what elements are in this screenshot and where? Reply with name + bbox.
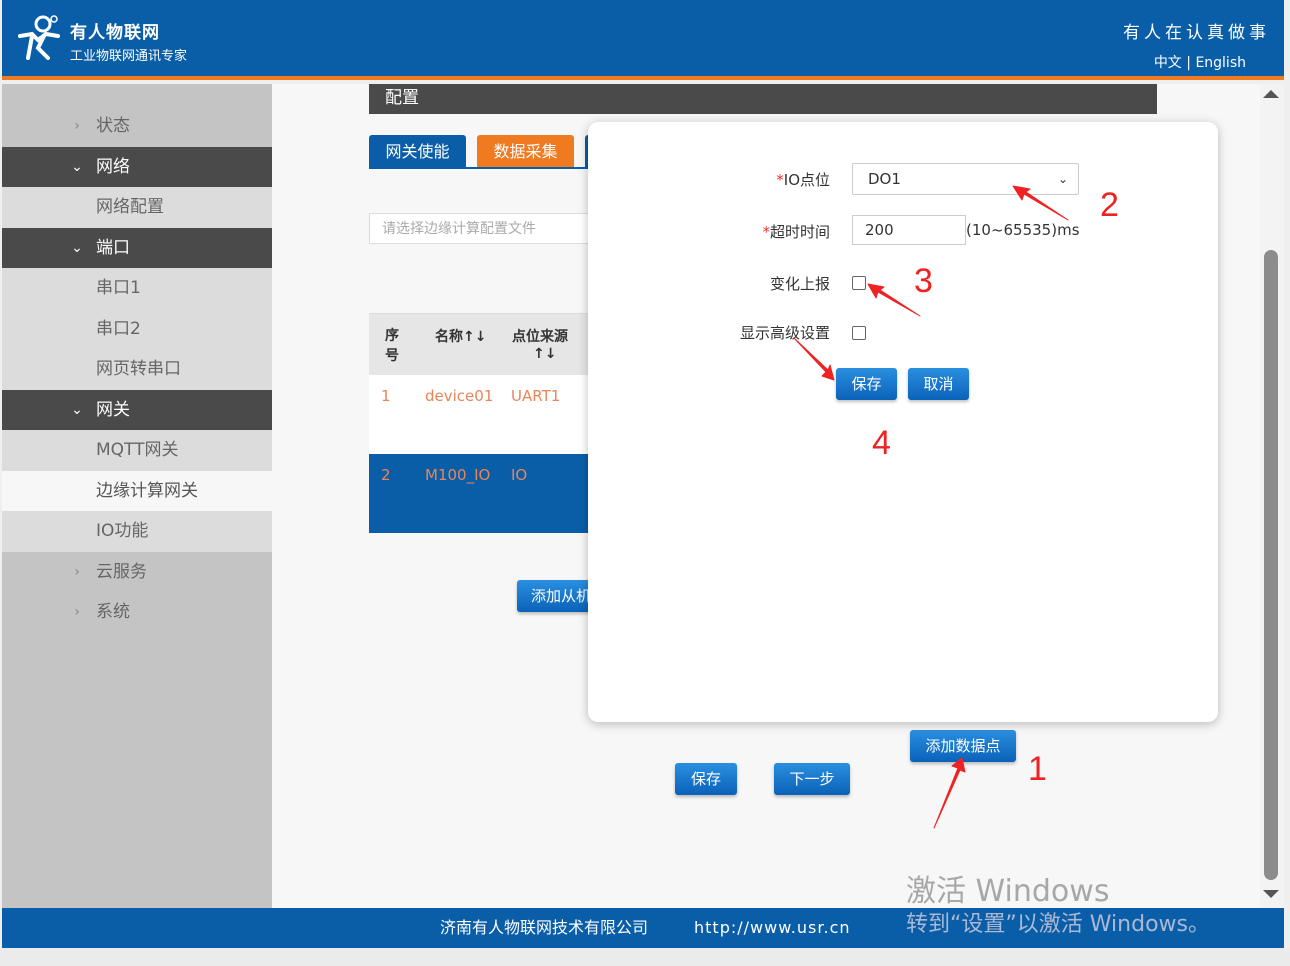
brand-name: 有人物联网: [70, 23, 160, 43]
sidebar-item-serial2[interactable]: 串口2: [2, 308, 272, 349]
advanced-settings-checkbox[interactable]: [852, 326, 866, 340]
sidebar-item-label: IO功能: [96, 521, 149, 541]
section-title: 配置: [369, 84, 1157, 114]
footer-company: 济南有人物联网技术有限公司: [440, 918, 649, 937]
timeout-hint: (10~65535)ms: [966, 221, 1080, 239]
sidebar-item-label: 串口1: [96, 278, 141, 298]
sidebar-item-label: 网关: [96, 399, 130, 420]
usr-logo-icon: [18, 15, 60, 60]
sidebar-item-label: 网页转串口: [96, 359, 181, 379]
sidebar-item-port[interactable]: ⌄ 端口: [2, 227, 272, 268]
annotation-number-2: 2: [1100, 186, 1119, 224]
tab-data-collection[interactable]: 数据采集: [477, 135, 574, 168]
annotation-number-4: 4: [872, 424, 891, 462]
save-button[interactable]: 保存: [675, 763, 737, 795]
chevron-right-icon: ›: [74, 118, 80, 134]
annotation-number-1: 1: [1028, 750, 1047, 788]
sidebar-item-serial1[interactable]: 串口1: [2, 268, 272, 309]
lang-separator: |: [1186, 55, 1191, 71]
chevron-down-icon: ⌄: [1057, 172, 1068, 186]
col-source-sort-icon[interactable]: ↑↓: [533, 346, 556, 362]
row-index: 2: [381, 466, 391, 484]
sidebar-item-network[interactable]: ⌄ 网络: [2, 146, 272, 187]
lang-english-link[interactable]: English: [1195, 55, 1246, 71]
sidebar-item-gateway[interactable]: ⌄ 网关: [2, 389, 272, 430]
sidebar-item-label: 网络: [96, 156, 130, 177]
col-source-header[interactable]: 点位来源: [512, 326, 568, 346]
table-row[interactable]: 2 M100_IO IO: [369, 454, 589, 533]
row-name: device01: [425, 387, 494, 405]
sidebar-item-label: 网络配置: [96, 197, 164, 217]
sidebar-item-status[interactable]: › 状态: [2, 106, 272, 147]
sidebar-item-network-config[interactable]: 网络配置: [2, 187, 272, 228]
top-header: 有人物联网 工业物联网通讯专家 有人在认真做事 中文 | English: [2, 0, 1284, 80]
chevron-right-icon: ›: [74, 604, 80, 620]
tab-gateway-enable[interactable]: 网关使能: [369, 135, 466, 168]
sidebar: › 状态 ⌄ 网络 网络配置 ⌄ 端口 串口1 串口2 网页转串口 ⌄ 网关 MQTT网…: [2, 84, 272, 908]
brand-subtitle: 工业物联网通讯专家: [70, 49, 188, 64]
table-header: 序号 名称↑↓ 点位来源 ↑↓: [369, 313, 589, 375]
lang-chinese-link[interactable]: 中文: [1154, 55, 1182, 71]
sidebar-item-label: 边缘计算网关: [96, 480, 198, 501]
sidebar-item-web-to-serial[interactable]: 网页转串口: [2, 349, 272, 390]
edge-config-file-select[interactable]: 请选择边缘计算配置文件: [369, 213, 589, 244]
change-report-checkbox[interactable]: [852, 276, 866, 290]
sidebar-item-system[interactable]: › 系统: [2, 592, 272, 633]
change-report-label: 变化上报: [769, 275, 830, 293]
add-datapoint-dialog: *IO点位 DO1 ⌄ *超时时间 200 (10~65535)ms 变化上报 …: [588, 122, 1218, 722]
required-mark: *: [762, 223, 770, 241]
slogan: 有人在认真做事: [1123, 23, 1270, 43]
scroll-thumb[interactable]: [1264, 250, 1278, 880]
language-switch: 中文 | English: [1154, 52, 1246, 72]
timeout-label: *超时时间: [670, 221, 830, 242]
row-index: 1: [381, 387, 391, 405]
scroll-up-arrow-icon[interactable]: [1263, 90, 1279, 98]
windows-activation-watermark: 激活 Windows: [906, 874, 1110, 909]
sidebar-item-io-function[interactable]: IO功能: [2, 511, 272, 552]
sidebar-item-label: 串口2: [96, 318, 141, 339]
sidebar-item-cloud-service[interactable]: › 云服务: [2, 551, 272, 592]
annotation-number-3: 3: [914, 262, 933, 300]
io-point-label: *IO点位: [670, 169, 830, 190]
sidebar-item-label: 端口: [96, 237, 130, 258]
io-point-select[interactable]: DO1 ⌄: [852, 163, 1079, 195]
footer-url-link[interactable]: http://www.usr.cn: [694, 908, 851, 948]
datapoint-table: 序号 名称↑↓ 点位来源 ↑↓ 1 device01 UART1 2 M100_…: [369, 313, 589, 533]
chevron-down-icon: ⌄: [71, 158, 83, 175]
windows-activation-hint: 转到“设置”以激活 Windows。: [906, 912, 1210, 937]
col-name-header[interactable]: 名称↑↓: [435, 326, 486, 346]
timeout-label-text: 超时时间: [769, 223, 830, 241]
required-mark: *: [776, 171, 784, 189]
io-point-value: DO1: [868, 170, 901, 188]
sidebar-item-label: MQTT网关: [96, 440, 179, 460]
sidebar-item-label: 状态: [96, 116, 130, 136]
tab-underline: [369, 167, 589, 169]
sidebar-item-label: 系统: [96, 602, 130, 622]
add-datapoint-button[interactable]: 添加数据点: [910, 730, 1016, 762]
bottom-strip: [0, 948, 1290, 966]
dialog-save-button[interactable]: 保存: [836, 368, 897, 400]
sidebar-item-mqtt-gateway[interactable]: MQTT网关: [2, 430, 272, 471]
page-scrollbar[interactable]: [1260, 84, 1284, 908]
io-point-label-text: IO点位: [783, 171, 830, 189]
sidebar-item-edge-gateway[interactable]: 边缘计算网关: [2, 470, 272, 511]
timeout-input[interactable]: 200: [852, 215, 966, 245]
chevron-down-icon: ⌄: [71, 401, 83, 418]
advanced-settings-label: 显示高级设置: [739, 324, 830, 342]
row-source: IO: [511, 466, 528, 484]
chevron-down-icon: ⌄: [71, 239, 83, 256]
col-index-header: 序号: [385, 328, 399, 364]
scroll-down-arrow-icon[interactable]: [1263, 890, 1279, 898]
row-name: M100_IO: [425, 466, 491, 484]
row-source: UART1: [511, 387, 561, 405]
sidebar-item-label: 云服务: [96, 561, 147, 582]
dialog-cancel-button[interactable]: 取消: [908, 368, 969, 400]
next-step-button[interactable]: 下一步: [774, 763, 850, 795]
table-row[interactable]: 1 device01 UART1: [369, 375, 589, 454]
chevron-right-icon: ›: [74, 563, 80, 580]
